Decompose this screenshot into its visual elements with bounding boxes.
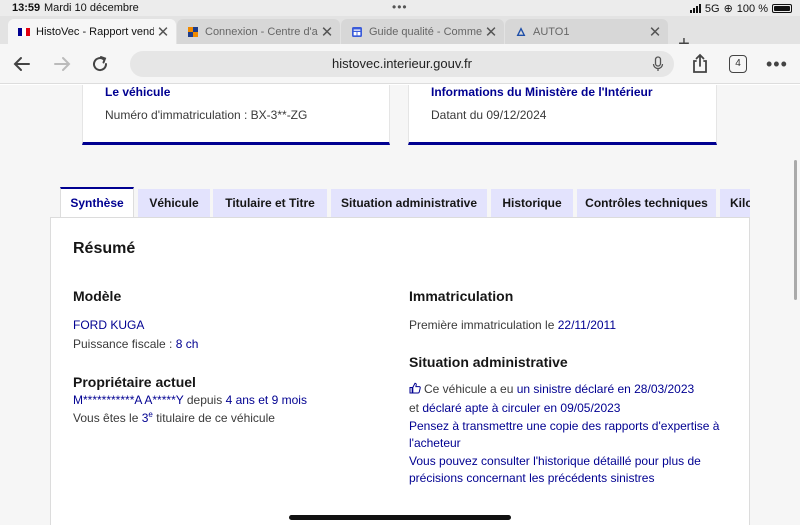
first-registration-label: Première immatriculation le: [409, 318, 558, 332]
browser-tab-title: AUTO1: [533, 25, 570, 38]
status-bar: 13:59 Mardi 10 décembre ••• 5G ⊕ 100 %: [0, 0, 800, 16]
synthese-panel: Résumé Modèle FORD KUGA Puissance fiscal…: [50, 217, 750, 525]
browser-toolbar: histovec.interieur.gouv.fr 4 •••: [0, 44, 800, 84]
battery-icon: [772, 4, 792, 13]
owner-heading: Propriétaire actuel: [73, 374, 196, 390]
owner-rank: Vous êtes le 3e titulaire de ce véhicule: [73, 410, 275, 425]
vehicle-card: Le véhicule Numéro d'immatriculation : B…: [82, 85, 390, 145]
advice-history-line-2[interactable]: précisions concernant les précédents sin…: [409, 471, 654, 485]
sinistre-link[interactable]: un sinistre déclaré en 28/03/2023: [517, 382, 694, 396]
browser-tab-guide[interactable]: Guide qualité - Comment ✕: [341, 19, 504, 44]
situation-line-2: et déclaré apte à circuler en 09/05/2023: [409, 401, 620, 415]
thumbs-up-icon: [409, 382, 421, 394]
tab-count-button[interactable]: 4: [729, 55, 747, 73]
report-tabs: Synthèse Véhicule Titulaire et Titre Sit…: [60, 187, 750, 218]
situation-heading: Situation administrative: [409, 354, 568, 370]
close-icon[interactable]: ✕: [646, 23, 664, 41]
first-registration-date: 22/11/2011: [557, 318, 616, 332]
situation-line-1: Ce véhicule a eu un sinistre déclaré en …: [409, 382, 694, 396]
tab-historique[interactable]: Historique: [491, 189, 573, 217]
tab-titulaire[interactable]: Titulaire et Titre: [213, 189, 327, 217]
vehicle-card-title: Le véhicule: [105, 85, 171, 99]
more-options-icon[interactable]: •••: [766, 54, 788, 75]
home-indicator[interactable]: [289, 515, 511, 520]
browser-tab-title: Guide qualité - Comment: [369, 25, 482, 38]
fiscal-power: Puissance fiscale : 8 ch: [73, 337, 198, 351]
browser-tab-connexion[interactable]: Connexion - Centre d'administration ✕: [177, 19, 340, 44]
close-icon[interactable]: ✕: [318, 23, 336, 41]
auto1-icon: [516, 26, 526, 36]
address-bar[interactable]: histovec.interieur.gouv.fr: [130, 51, 674, 77]
browser-tab-bar: HistoVec - Rapport vendeur ✕ Connexion -…: [0, 16, 800, 55]
situation-prefix-1: Ce véhicule a eu: [424, 382, 517, 396]
status-indicators: 5G ⊕ 100 %: [689, 2, 792, 15]
owner-rank-prefix: Vous êtes le: [73, 411, 142, 425]
model-name: FORD KUGA: [73, 318, 145, 332]
french-flag-icon: [18, 27, 30, 36]
back-icon[interactable]: [10, 52, 34, 76]
owner-duration: 4 ans et 9 mois: [225, 393, 307, 407]
immatriculation-heading: Immatriculation: [409, 288, 514, 304]
advice-expertise-line-2[interactable]: l'acheteur: [409, 436, 461, 450]
browser-tab-histovec[interactable]: HistoVec - Rapport vendeur ✕: [8, 19, 176, 44]
signal-icon: [689, 4, 701, 13]
owner-name: M***********A A*****Y: [73, 393, 184, 407]
multitasking-dots-icon[interactable]: •••: [392, 0, 408, 14]
tab-vehicule[interactable]: Véhicule: [138, 189, 210, 217]
owner-line: M***********A A*****Y depuis 4 ans et 9 …: [73, 393, 307, 407]
ministry-card: Informations du Ministère de l'Intérieur…: [408, 85, 717, 145]
orange-squares-icon: [188, 26, 198, 37]
advice-expertise-line-1[interactable]: Pensez à transmettre une copie des rappo…: [409, 419, 719, 433]
modele-heading: Modèle: [73, 288, 122, 304]
fiscal-power-value: 8 ch: [175, 337, 199, 351]
first-registration: Première immatriculation le 22/11/2011: [409, 318, 616, 332]
browser-tab-title: Connexion - Centre d'administration: [205, 25, 318, 38]
reload-icon[interactable]: [88, 52, 112, 76]
ministry-card-title: Informations du Ministère de l'Intérieur: [431, 85, 653, 99]
registration-number: Numéro d'immatriculation : BX-3**-ZG: [105, 108, 308, 122]
situation-prefix-2: et: [409, 401, 423, 415]
page-content: Le véhicule Numéro d'immatriculation : B…: [0, 85, 800, 525]
ministry-date: Datant du 09/12/2024: [431, 108, 547, 122]
battery-label: 100 %: [736, 2, 768, 15]
owner-rank-suffix: titulaire de ce véhicule: [152, 411, 275, 425]
tab-kilometrage[interactable]: Kilo: [720, 189, 750, 217]
network-label: 5G: [704, 2, 720, 15]
share-icon[interactable]: [688, 52, 712, 76]
microphone-icon[interactable]: [652, 56, 664, 72]
browser-tab-title: HistoVec - Rapport vendeur: [36, 25, 154, 38]
orientation-lock-icon: ⊕: [723, 3, 733, 15]
advice-history-line-1[interactable]: Vous pouvez consulter l'historique détai…: [409, 454, 701, 468]
document-icon: [352, 26, 362, 37]
tab-synthese[interactable]: Synthèse: [60, 187, 134, 218]
fiscal-power-label: Puissance fiscale :: [73, 337, 176, 351]
close-icon[interactable]: ✕: [154, 23, 172, 41]
scrollbar[interactable]: [794, 160, 797, 300]
tab-controles[interactable]: Contrôles techniques: [577, 189, 716, 217]
forward-icon[interactable]: [50, 52, 74, 76]
url-text: histovec.interieur.gouv.fr: [332, 56, 472, 71]
tab-situation[interactable]: Situation administrative: [331, 189, 487, 217]
owner-depuis: depuis: [183, 393, 226, 407]
apte-circuler-link[interactable]: déclaré apte à circuler en 09/05/2023: [422, 401, 620, 415]
summary-title: Résumé: [73, 240, 136, 257]
close-icon[interactable]: ✕: [482, 23, 500, 41]
browser-tab-auto1[interactable]: AUTO1 ✕: [505, 19, 668, 44]
status-time: 13:59: [12, 2, 41, 14]
status-date: Mardi 10 décembre: [44, 2, 139, 14]
